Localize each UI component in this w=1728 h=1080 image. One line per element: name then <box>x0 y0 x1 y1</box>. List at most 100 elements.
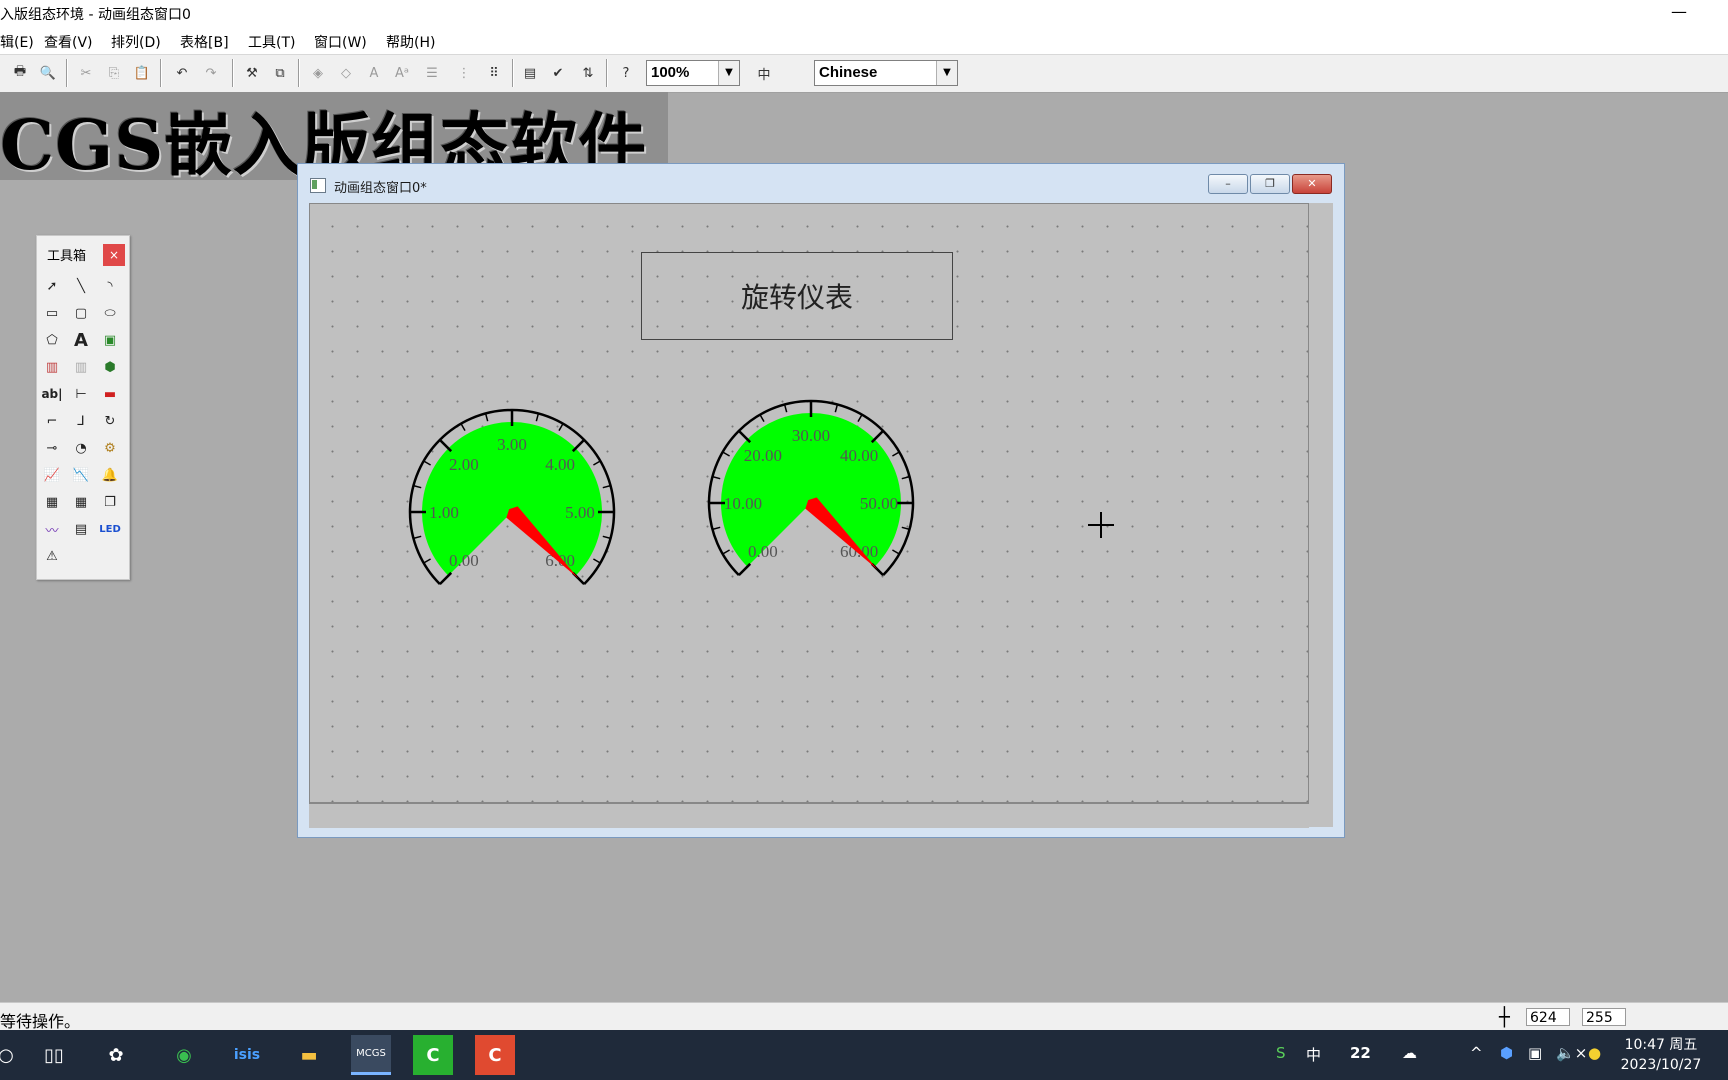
vertical-scroll-area[interactable] <box>1309 203 1333 827</box>
arc-tool-icon[interactable]: ◝ <box>97 273 123 299</box>
shield-icon[interactable]: ⬢ <box>1500 1044 1513 1062</box>
system-clock[interactable]: 10:47 周五 2023/10/27 <box>1616 1035 1706 1075</box>
pointer-tool-icon[interactable]: ➚ <box>39 273 65 299</box>
redo-icon[interactable]: ↷ <box>199 61 223 85</box>
paste-icon[interactable]: 📋 <box>130 61 154 85</box>
trend-chart-tool-icon[interactable]: 📈 <box>39 462 65 488</box>
library2-tool-icon[interactable]: ▥ <box>68 354 94 380</box>
mcgs-app-icon[interactable]: MCGS <box>351 1035 391 1075</box>
browser-icon[interactable]: ◉ <box>164 1035 204 1075</box>
print-preview-icon[interactable]: 🔍 <box>36 61 60 85</box>
design-canvas[interactable]: 旋转仪表 0.001.002.003.004.005.006.00 0.0010… <box>309 203 1309 803</box>
font-size-icon[interactable]: Aᵃ <box>390 61 414 85</box>
polyline-tool-icon[interactable]: ⅃ <box>68 408 94 434</box>
copy-icon[interactable]: ⎘ <box>102 61 126 85</box>
chevron-down-icon[interactable]: ▼ <box>936 61 957 85</box>
child-restore-button[interactable]: ❐ <box>1250 174 1290 194</box>
undo-icon[interactable]: ↶ <box>170 61 194 85</box>
check-icon[interactable]: ✔ <box>546 61 570 85</box>
isis-app-icon[interactable]: isis <box>227 1035 267 1075</box>
tools-icon[interactable]: ⚒ <box>240 61 264 85</box>
alarm-tool-icon[interactable]: 🔔 <box>97 462 123 488</box>
rotary-gauge-2[interactable]: 0.0010.0020.0030.0040.0050.0060.00 <box>701 393 921 583</box>
chevron-up-icon[interactable]: ^ <box>1470 1044 1483 1062</box>
gauge-1-tick-label: 2.00 <box>449 455 479 474</box>
minimize-button[interactable]: — <box>1665 0 1693 28</box>
search-icon[interactable]: ○ <box>0 1035 26 1075</box>
label-box[interactable]: 旋转仪表 <box>641 252 953 340</box>
gauge-1-tick-label: 5.00 <box>565 503 595 522</box>
stack-tool-icon[interactable]: ❐ <box>97 489 123 515</box>
slider-tool-icon[interactable]: ⊢ <box>68 381 94 407</box>
menu-help[interactable]: 帮助(H) <box>386 32 435 52</box>
taskbar: ○ ▯▯ ✿ ◉ isis ▬ MCGS C C S 中 22 ☁ ^ ⬢ ▣ … <box>0 1030 1728 1080</box>
zoom-select[interactable]: 100% ▼ <box>646 60 740 86</box>
rounded-rect-tool-icon[interactable]: ▢ <box>68 300 94 326</box>
toolbar-separator <box>66 59 67 87</box>
distribute-icon[interactable]: ⋮ <box>452 61 476 85</box>
table-tool-icon[interactable]: ▦ <box>39 489 65 515</box>
menu-tools[interactable]: 工具(T) <box>248 32 295 52</box>
valve-tool-icon[interactable]: ⊸ <box>39 435 65 461</box>
weather-icon[interactable]: ☁ <box>1402 1044 1417 1062</box>
menu-edit[interactable]: 辑(E) <box>0 32 34 52</box>
font-color-icon[interactable]: A <box>362 61 386 85</box>
input-method-indicator[interactable]: 中 <box>1306 1044 1321 1065</box>
shape-line-icon[interactable]: ◇ <box>334 61 358 85</box>
print-icon[interactable]: 🖶 <box>8 61 32 85</box>
child-minimize-button[interactable]: – <box>1208 174 1248 194</box>
toolbar-separator <box>232 59 233 87</box>
app-pinwheel-icon[interactable]: ✿ <box>96 1035 136 1075</box>
blank-icon[interactable] <box>782 61 806 85</box>
curve-chart-tool-icon[interactable]: 〰 <box>39 516 65 542</box>
ellipse-tool-icon[interactable]: ⬭ <box>97 300 123 326</box>
status-dot-icon[interactable]: ● <box>1588 1044 1601 1062</box>
child-close-button[interactable]: ✕ <box>1292 174 1332 194</box>
polygon-tool-icon[interactable]: ⬠ <box>39 327 65 353</box>
sort-icon[interactable]: ⇅ <box>576 61 600 85</box>
task-view-icon[interactable]: ▯▯ <box>34 1035 74 1075</box>
pipe-tool-icon[interactable]: ⬢ <box>97 354 123 380</box>
cut-icon[interactable]: ✂ <box>74 61 98 85</box>
volume-muted-icon[interactable]: 🔈× <box>1556 1044 1587 1062</box>
grid-icon[interactable]: ⠿ <box>482 61 506 85</box>
picture-tool-icon[interactable]: ▣ <box>97 327 123 353</box>
menu-window[interactable]: 窗口(W) <box>314 32 367 52</box>
library-tool-icon[interactable]: ▥ <box>39 354 65 380</box>
wechat-tray-icon[interactable]: S <box>1276 1044 1286 1062</box>
align-icon[interactable]: ☰ <box>420 61 444 85</box>
led-tool-icon[interactable]: LED <box>97 516 123 542</box>
language-select[interactable]: Chinese ▼ <box>814 60 958 86</box>
text-tool-icon[interactable]: A <box>68 327 94 353</box>
button-tool-icon[interactable]: ▬ <box>97 381 123 407</box>
line-tool-icon[interactable]: ╲ <box>68 273 94 299</box>
weather-tray-text[interactable]: 22 <box>1350 1044 1371 1062</box>
curve-tool-icon[interactable]: ↻ <box>97 408 123 434</box>
gauge-tool-icon[interactable]: ◔ <box>68 435 94 461</box>
file-explorer-icon[interactable]: ▬ <box>289 1035 329 1075</box>
report-tool-icon[interactable]: ▦ <box>68 489 94 515</box>
trend-chart2-tool-icon[interactable]: 📉 <box>68 462 94 488</box>
shape-fill-icon[interactable]: ◈ <box>306 61 330 85</box>
connector-tool-icon[interactable]: ⌐ <box>39 408 65 434</box>
meter-tool-icon[interactable]: ▤ <box>68 516 94 542</box>
context-help-icon[interactable]: ? <box>614 61 638 85</box>
alarm-display-tool-icon[interactable]: ⚠ <box>39 543 65 569</box>
input-box-tool-icon[interactable]: ab| <box>39 381 65 407</box>
language-switch-icon[interactable]: 中 <box>752 61 776 85</box>
animation-window[interactable]: 动画组态窗口0* – ❐ ✕ 旋转仪表 0.00 1.00 2.00 3.00 4.00… <box>297 163 1345 838</box>
chevron-down-icon[interactable]: ▼ <box>718 61 739 85</box>
red-c-app-icon[interactable]: C <box>475 1035 515 1075</box>
rectangle-tool-icon[interactable]: ▭ <box>39 300 65 326</box>
frame-icon[interactable]: ⧉ <box>268 61 292 85</box>
status-bar: 等待操作。 ┼ 624 255 <box>0 1002 1728 1031</box>
animation-tool-icon[interactable]: ⚙ <box>97 435 123 461</box>
menu-arrange[interactable]: 排列(D) <box>111 32 161 52</box>
menu-table[interactable]: 表格[B] <box>180 32 229 52</box>
properties-icon[interactable]: ▤ <box>518 61 542 85</box>
toolbox-close-button[interactable]: × <box>103 244 125 266</box>
network-icon[interactable]: ▣ <box>1528 1044 1542 1062</box>
green-c-app-icon[interactable]: C <box>413 1035 453 1075</box>
menu-view[interactable]: 查看(V) <box>44 32 93 52</box>
rotary-gauge-1[interactable]: 0.001.002.003.004.005.006.00 <box>402 402 622 592</box>
